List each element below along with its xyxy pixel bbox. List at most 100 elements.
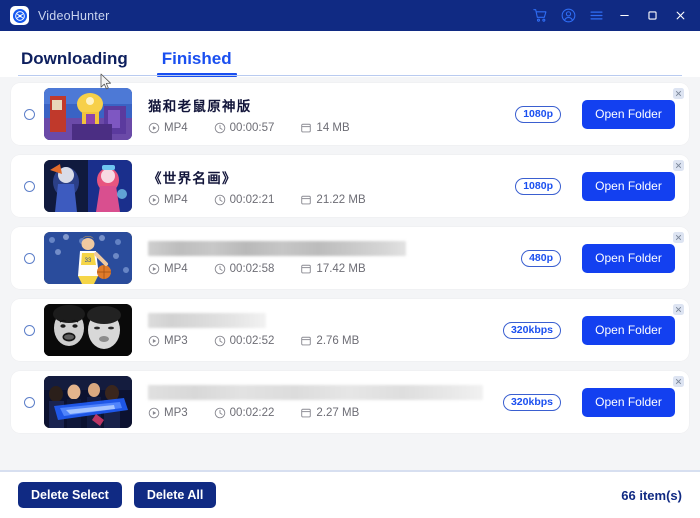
tab-underline [18, 74, 682, 76]
file-size-icon [301, 336, 312, 346]
file-size-icon [301, 264, 312, 274]
play-circle-icon [148, 194, 160, 205]
videohunter-logo-icon [10, 6, 29, 25]
open-folder-button[interactable]: Open Folder [582, 315, 675, 345]
video-meta: MP4 00:02:58 17.42 MB [148, 263, 521, 275]
play-circle-icon [148, 263, 160, 275]
video-thumbnail [44, 304, 132, 356]
video-title-redacted [148, 313, 266, 328]
play-circle-icon [148, 122, 160, 133]
clock-icon [214, 335, 225, 347]
meta-format: MP4 [148, 263, 188, 275]
format-label: MP4 [164, 121, 188, 134]
video-meta: MP4 00:00:57 14 MB [148, 122, 515, 134]
open-folder-button[interactable]: Open Folder [582, 387, 675, 417]
format-label: MP3 [164, 407, 188, 419]
minimize-icon[interactable] [610, 0, 638, 31]
video-title: 猫和老鼠原神版 [148, 98, 252, 114]
quality-badge[interactable]: 480p [521, 249, 561, 267]
title-bar: VideoHunter [0, 0, 700, 31]
clock-icon [214, 263, 225, 275]
tab-downloading[interactable]: Downloading [18, 49, 131, 77]
file-size-icon [301, 123, 312, 132]
video-info: 《世界名画》 MP4 00:02:21 21.22 MB [132, 167, 515, 206]
account-icon[interactable] [554, 0, 582, 31]
table-row[interactable]: 《世界名画》 MP4 00:02:21 21.22 MB 1080p Open … [11, 155, 689, 217]
row-select-circle[interactable] [24, 396, 35, 408]
app-title: VideoHunter [38, 8, 110, 23]
download-list: 猫和老鼠原神版 MP4 00:00:57 14 MB 1080p Open Fo… [0, 77, 700, 470]
size-label: 2.76 MB [316, 335, 360, 347]
videohunter-window: VideoHunter Downloading Finished 猫和老鼠原神版… [0, 0, 700, 518]
remove-item-icon[interactable] [673, 232, 684, 243]
file-size-icon [301, 408, 312, 418]
svg-text:33: 33 [85, 258, 92, 264]
video-thumbnail [44, 88, 132, 140]
play-circle-icon [148, 335, 160, 347]
meta-format: MP4 [148, 194, 188, 206]
row-select-circle[interactable] [24, 324, 35, 336]
meta-format: MP4 [148, 122, 188, 134]
clock-icon [214, 407, 225, 419]
open-folder-button[interactable]: Open Folder [582, 171, 675, 201]
open-folder-button[interactable]: Open Folder [582, 243, 675, 273]
delete-all-button[interactable]: Delete All [133, 482, 217, 508]
table-row[interactable]: MP3 00:02:22 2.27 MB 320kbps Open Folder [11, 371, 689, 433]
quality-badge[interactable]: 320kbps [502, 393, 561, 411]
duration-label: 00:02:58 [229, 263, 275, 275]
size-label: 14 MB [316, 121, 350, 134]
video-thumbnail: 33 [44, 232, 132, 284]
row-select-circle[interactable] [24, 252, 35, 264]
video-thumbnail [44, 160, 132, 212]
size-label: 17.42 MB [316, 263, 366, 275]
video-title-redacted [148, 385, 483, 400]
video-thumbnail [44, 376, 132, 428]
format-label: MP4 [164, 193, 188, 206]
quality-badge[interactable]: 320kbps [502, 321, 561, 339]
remove-item-icon[interactable] [673, 304, 684, 315]
video-title: 《世界名画》 [148, 170, 237, 186]
meta-format: MP3 [148, 407, 188, 419]
open-folder-button[interactable]: Open Folder [582, 99, 675, 129]
remove-item-icon[interactable] [673, 376, 684, 387]
video-meta: MP3 00:02:22 2.27 MB [148, 407, 503, 419]
meta-size: 2.27 MB [300, 407, 359, 419]
row-select-circle[interactable] [24, 108, 35, 120]
duration-label: 00:02:22 [229, 407, 275, 419]
video-info: MP4 00:02:58 17.42 MB [132, 241, 521, 275]
clock-icon [214, 194, 225, 205]
duration-label: 00:00:57 [229, 121, 275, 134]
table-row[interactable]: 猫和老鼠原神版 MP4 00:00:57 14 MB 1080p Open Fo… [11, 83, 689, 145]
remove-item-icon[interactable] [673, 88, 684, 99]
cart-icon[interactable] [526, 0, 554, 31]
maximize-icon[interactable] [638, 0, 666, 31]
table-row[interactable]: 33 MP4 00:02:58 17.42 MB 480p Open Folde… [11, 227, 689, 289]
quality-badge[interactable]: 1080p [515, 105, 561, 123]
size-label: 2.27 MB [316, 407, 360, 419]
play-circle-icon [148, 407, 160, 419]
table-row[interactable]: MP3 00:02:52 2.76 MB 320kbps Open Folder [11, 299, 689, 361]
meta-format: MP3 [148, 335, 188, 347]
tab-finished[interactable]: Finished [156, 49, 237, 77]
video-meta: MP3 00:02:52 2.76 MB [148, 335, 503, 347]
duration-label: 00:02:21 [229, 193, 275, 206]
meta-duration: 00:02:21 [214, 193, 275, 206]
remove-item-icon[interactable] [673, 160, 684, 171]
close-icon[interactable] [666, 0, 694, 31]
meta-duration: 00:02:52 [214, 335, 275, 347]
quality-badge[interactable]: 1080p [515, 177, 561, 195]
clock-icon [214, 122, 225, 133]
window-controls [526, 0, 700, 31]
meta-size: 17.42 MB [300, 263, 366, 275]
delete-select-button[interactable]: Delete Select [18, 482, 122, 508]
duration-label: 00:02:52 [229, 335, 275, 347]
menu-icon[interactable] [582, 0, 610, 31]
row-select-circle[interactable] [24, 180, 35, 192]
meta-size: 21.22 MB [300, 194, 366, 206]
video-info: MP3 00:02:52 2.76 MB [132, 313, 503, 347]
meta-duration: 00:02:58 [214, 263, 275, 275]
video-info: MP3 00:02:22 2.27 MB [132, 385, 503, 419]
meta-duration: 00:02:22 [214, 407, 275, 419]
video-info: 猫和老鼠原神版 MP4 00:00:57 14 MB [132, 95, 515, 134]
video-meta: MP4 00:02:21 21.22 MB [148, 194, 515, 206]
